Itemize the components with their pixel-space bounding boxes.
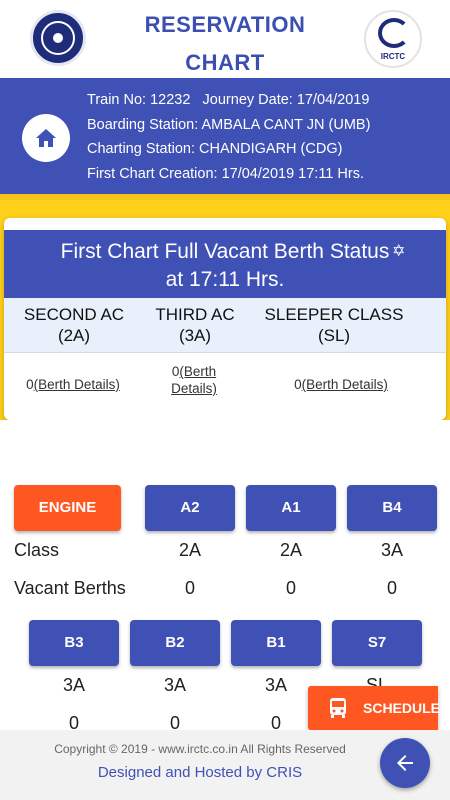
class-header-3a: THIRD AC (3A)	[155, 305, 235, 345]
coach-b2[interactable]: B2	[130, 620, 220, 666]
coach-b1[interactable]: B1	[231, 620, 321, 666]
page-title: RESERVATION CHART	[144, 12, 306, 75]
class-value-b2: 3A	[163, 675, 187, 695]
berth-details-3a: 0(Berth Details)	[171, 364, 217, 396]
class-header-2a: SECOND AC (2A)	[23, 305, 125, 345]
vacant-berths-label: Vacant Berths	[14, 578, 126, 598]
train-number: Train No: 12232	[87, 92, 191, 108]
coach-a1[interactable]: A1	[246, 485, 336, 531]
class-value-a1: 2A	[279, 540, 303, 560]
class-value-b1: 3A	[264, 675, 288, 695]
journey-date: Journey Date: 17/04/2019	[202, 92, 370, 108]
berth-details-2a: 0(Berth Details)	[26, 377, 120, 392]
irctc-logo: IRCTC	[364, 10, 422, 68]
coach-s7[interactable]: S7	[332, 620, 422, 666]
coach-b4[interactable]: B4	[347, 485, 437, 531]
class-header-sl: SLEEPER CLASS (SL)	[264, 305, 404, 345]
berth-details-link-2a[interactable]: (Berth Details)	[34, 377, 120, 392]
berth-details-sl: 0(Berth Details)	[294, 377, 388, 392]
copyright-text: Copyright © 2019 - www.irctc.co.in All R…	[54, 742, 346, 756]
class-header-row: SECOND AC (2A) THIRD AC (3A) SLEEPER CLASS…	[4, 298, 446, 352]
charting-station: Charting Station: CHANDIGARH (CDG)	[87, 141, 343, 157]
first-chart-creation: First Chart Creation: 17/04/2019 17:11 H…	[87, 165, 364, 182]
vacant-value-a1: 0	[285, 578, 296, 598]
berth-details-link-sl[interactable]: (Berth Details)	[302, 377, 388, 392]
class-label: Class	[14, 540, 60, 560]
bus-icon	[330, 698, 346, 718]
home-icon	[36, 129, 56, 147]
divider	[4, 352, 446, 353]
class-value-a2: 2A	[178, 540, 202, 560]
coach-b3[interactable]: B3	[29, 620, 119, 666]
class-value-b4: 3A	[380, 540, 404, 560]
journey-details: Train No: 12232 Journey Date: 17/04/2019…	[87, 88, 370, 186]
top-header: RESERVATION CHART IRCTC	[0, 0, 450, 78]
hosted-by-text: Designed and Hosted by CRIS	[97, 764, 303, 781]
boarding-station: Boarding Station: AMBALA CANT JN (UMB)	[87, 116, 371, 133]
schedule-button[interactable]: SCHEDULE	[308, 686, 440, 730]
vacant-berth-card: First Chart Full Vacant Berth Status at …	[4, 218, 446, 420]
class-value-b3: 3A	[62, 675, 86, 695]
home-button[interactable]	[22, 114, 70, 162]
coach-a2[interactable]: A2	[145, 485, 235, 531]
coach-engine[interactable]: ENGINE	[14, 485, 121, 531]
vacant-value-a2: 0	[184, 578, 195, 598]
star-of-david-icon: ✡	[392, 243, 406, 260]
arrow-left-icon	[397, 755, 413, 771]
back-button[interactable]	[380, 738, 430, 788]
journey-info-bar: Train No: 12232 Journey Date: 17/04/2019…	[0, 78, 450, 200]
vacant-berth-title: First Chart Full Vacant Berth Status at …	[4, 230, 446, 298]
vacant-value-b4: 0	[386, 578, 397, 598]
cris-link[interactable]: CRIS	[266, 764, 302, 781]
berth-details-link-3a-cont[interactable]: Details)	[171, 381, 217, 396]
indian-railways-logo	[30, 10, 86, 66]
berth-details-link-3a[interactable]: (Berth	[179, 364, 216, 379]
